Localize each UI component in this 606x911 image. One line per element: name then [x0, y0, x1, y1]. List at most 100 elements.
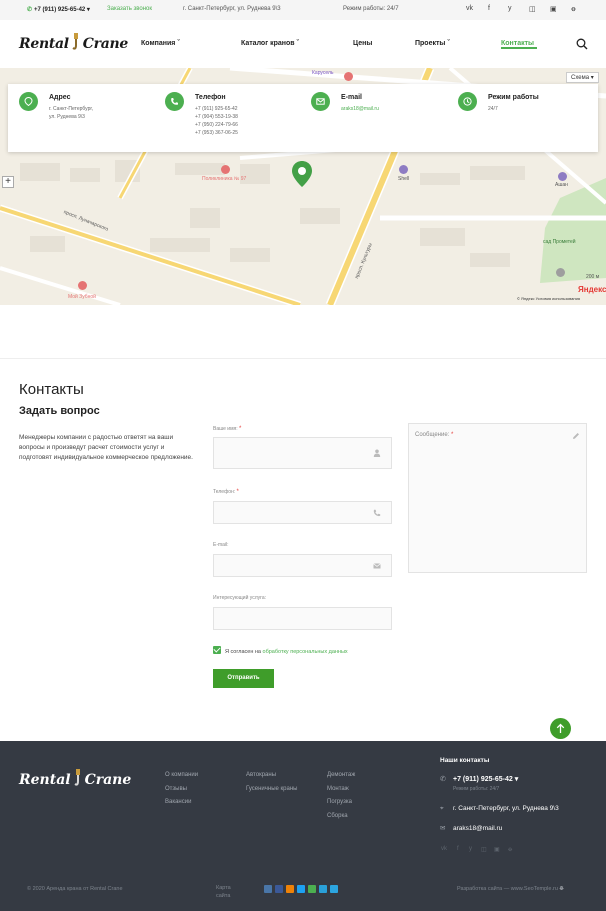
email-field[interactable]: [213, 554, 392, 577]
topbar-hours: Режим работы: 24/7: [343, 6, 399, 12]
section-divider: [0, 358, 606, 359]
nav-contacts[interactable]: Контакты: [501, 40, 534, 47]
map-label-carousel: Карусель: [312, 70, 334, 76]
message-field[interactable]: Сообщение: *: [408, 423, 587, 573]
footer-link-assembly[interactable]: Сборка: [327, 810, 355, 824]
user-icon: [373, 449, 381, 457]
phone-icon: ✆: [440, 776, 446, 783]
vk-icon[interactable]: vk: [441, 846, 447, 852]
callback-link[interactable]: Заказать звонок: [107, 6, 152, 12]
map-zoom-in[interactable]: +: [2, 176, 14, 188]
topbar-address: г. Санкт-Петербург, ул. Руднева 9\3: [183, 6, 281, 12]
map-label-park: сад Прометей: [543, 239, 576, 245]
footer-email[interactable]: ✉ araks18@mail.ru: [440, 824, 502, 832]
share-odnoklassniki-icon[interactable]: [286, 885, 294, 893]
fuel-poi-icon[interactable]: [399, 165, 408, 174]
map-poi-icon[interactable]: [344, 72, 353, 81]
info-phone-title: Телефон: [195, 94, 226, 101]
mail-icon: ✉: [440, 825, 446, 832]
instagram-icon[interactable]: ◫: [481, 846, 487, 853]
facebook-icon[interactable]: f: [488, 5, 490, 12]
footer-hours: Режим работы: 24/7: [453, 786, 500, 792]
footer-phone[interactable]: ✆ +7 (911) 925-65-42 ▾: [440, 775, 518, 783]
share-vk-icon[interactable]: [264, 885, 272, 893]
footer-link-dismantling[interactable]: Демонтаж: [327, 769, 355, 783]
footer-column-company: О компании Отзывы Вакансии: [165, 769, 198, 810]
nav-company[interactable]: Компания ˇ: [141, 40, 180, 47]
footer-column-catalog: Автокраны Гусеничные краны: [246, 769, 297, 796]
footer-address: ⌖ г. Санкт-Петербург, ул. Руднева 9\3: [440, 805, 559, 812]
chevron-down-icon: ˇ: [447, 40, 450, 47]
map-legal-link[interactable]: © Яндекс Условия использования: [517, 296, 580, 301]
map-scheme-button[interactable]: Схема ▾: [566, 72, 599, 83]
vk-icon[interactable]: vk: [466, 5, 473, 12]
footer-link-vacancies[interactable]: Вакансии: [165, 796, 198, 810]
odnoklassniki-icon[interactable]: ꝋ: [508, 846, 512, 853]
location-icon: ⌖: [440, 805, 444, 812]
section-subtitle: Задать вопрос: [19, 405, 100, 417]
share-twitter-icon[interactable]: [297, 885, 305, 893]
info-email-lines: araks18@mail.ru: [341, 106, 379, 112]
info-hours-lines: 24/7: [488, 106, 498, 112]
clinic-poi-icon[interactable]: [221, 165, 230, 174]
pencil-icon: [573, 433, 579, 439]
dentist-poi-icon[interactable]: [78, 281, 87, 290]
facebook-icon[interactable]: f: [457, 846, 459, 852]
nav-projects[interactable]: Проекты ˇ: [415, 40, 450, 47]
footer-link-installation[interactable]: Монтаж: [327, 783, 355, 797]
chevron-down-icon: ˇ: [296, 40, 299, 47]
search-icon[interactable]: [576, 38, 588, 50]
twitter-icon[interactable]: y: [469, 846, 472, 852]
phone-field[interactable]: [213, 501, 392, 524]
footer-logo[interactable]: Rental Crane: [19, 769, 131, 789]
consent-checkbox-row[interactable]: Я согласен на обработку персональных дан…: [213, 646, 348, 655]
carwash-poi-icon[interactable]: [556, 268, 565, 277]
intro-text: Менеджеры компании с радостью ответят на…: [19, 434, 193, 461]
submit-button[interactable]: Отправить: [213, 669, 274, 688]
info-phone-lines: +7 (911) 925-65-42 +7 (904) 553-19-38 +7 (…: [195, 106, 238, 136]
footer-link-truck-cranes[interactable]: Автокраны: [246, 769, 297, 783]
twitter-icon[interactable]: y: [508, 5, 512, 12]
topbar-phone[interactable]: ✆ +7 (911) 925-65-42 ▾: [27, 6, 90, 13]
chevron-down-icon: ˇ: [177, 40, 180, 47]
footer-column-services: Демонтаж Монтаж Погрузка Сборка: [327, 769, 355, 823]
store-poi-icon[interactable]: [558, 172, 567, 181]
nav-prices[interactable]: Цены: [353, 40, 372, 47]
share-telegram-icon[interactable]: [330, 885, 338, 893]
footer-link-crawler-cranes[interactable]: Гусеничные краны: [246, 783, 297, 797]
footer-link-loading[interactable]: Погрузка: [327, 796, 355, 810]
share-facebook-icon[interactable]: [275, 885, 283, 893]
youtube-icon[interactable]: ▣: [494, 846, 500, 853]
clock-icon: [458, 92, 477, 111]
email-label: E-mail:: [213, 542, 229, 548]
nav-catalog[interactable]: Каталог кранов ˇ: [241, 40, 299, 47]
phone-icon: ✆: [27, 7, 33, 13]
footer-contacts-title: Наши контакты: [440, 757, 490, 764]
odnoklassniki-icon[interactable]: ꝋ: [571, 5, 576, 13]
mail-icon: [373, 563, 381, 569]
scroll-to-top-button[interactable]: [550, 718, 571, 739]
crane-hook-icon: [74, 769, 80, 786]
share-skype-icon[interactable]: [319, 885, 327, 893]
map-label-dentist: Мой Зубной: [68, 294, 96, 300]
footer-link-about[interactable]: О компании: [165, 769, 198, 783]
crane-hook-icon: [72, 33, 78, 50]
share-whatsapp-icon[interactable]: [308, 885, 316, 893]
service-field[interactable]: [213, 607, 392, 630]
footer-link-reviews[interactable]: Отзывы: [165, 783, 198, 797]
privacy-link[interactable]: обработку персональных данных: [263, 649, 348, 655]
footer: Rental Crane О компании Отзывы Вакансии А…: [0, 741, 606, 911]
location-pin-icon[interactable]: [292, 161, 312, 187]
page-title: Контакты: [19, 381, 84, 398]
map-label-ashan: Ашан: [555, 182, 568, 188]
developer-logo-icon: ⛯: [559, 886, 564, 892]
instagram-icon[interactable]: ◫: [529, 5, 536, 13]
name-field[interactable]: [213, 437, 392, 469]
yandex-logo[interactable]: Яндекс: [578, 285, 606, 294]
logo[interactable]: Rental Crane: [19, 33, 128, 53]
developer-credit[interactable]: Разработка сайта — www.SeoTemple.ru ⛯: [457, 886, 564, 893]
youtube-icon[interactable]: ▣: [550, 5, 557, 13]
consent-checkbox[interactable]: [213, 646, 221, 654]
sitemap-link[interactable]: Карта сайта: [216, 884, 246, 900]
info-email-title: E-mail: [341, 94, 363, 101]
